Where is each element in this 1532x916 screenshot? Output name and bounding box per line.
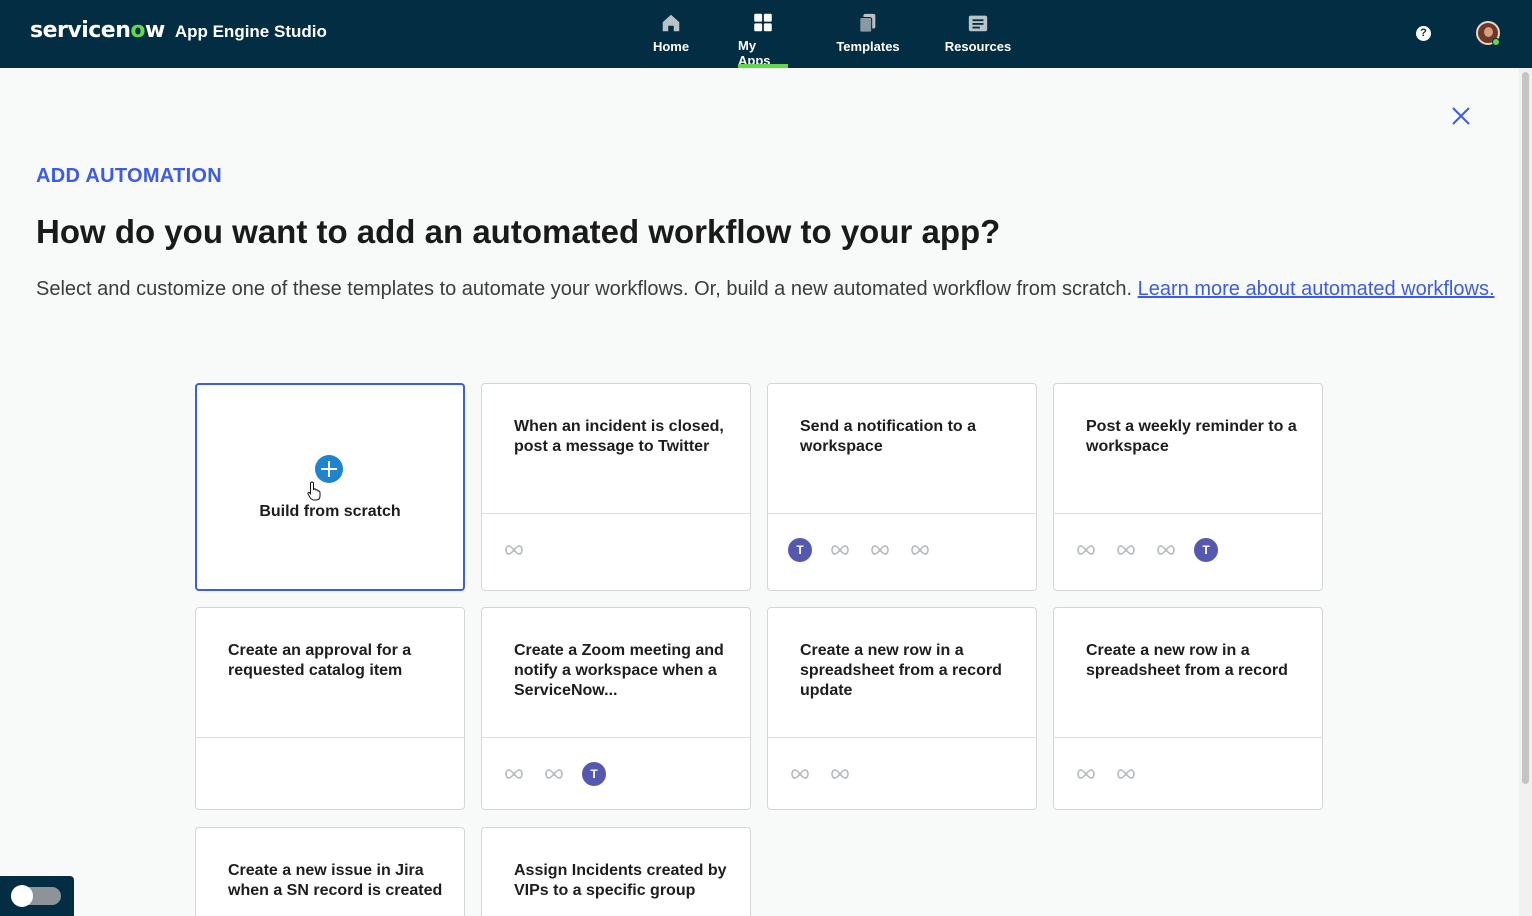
help-icon[interactable]: ?: [1416, 26, 1431, 41]
card-divider: [482, 513, 750, 514]
presence-status-dot: [1492, 38, 1500, 46]
card-divider: [1054, 737, 1322, 738]
card-build-from-scratch[interactable]: Build from scratch: [195, 383, 465, 591]
card-title: Build from scratch: [259, 503, 401, 520]
close-icon[interactable]: [1451, 106, 1471, 126]
resources-icon: [968, 15, 988, 32]
brand[interactable]: servicenow App Engine Studio: [30, 18, 327, 43]
learn-more-link[interactable]: Learn more about automated workflows.: [1138, 278, 1495, 300]
link-icon: [828, 762, 852, 786]
toggle-knob: [11, 885, 33, 907]
card-template[interactable]: Post a weekly reminder to a workspace T: [1053, 383, 1323, 591]
card-template[interactable]: Create an approval for a requested catal…: [195, 607, 465, 810]
card-template[interactable]: Send a notification to a workspace T: [767, 383, 1037, 591]
hand-cursor-icon: [307, 481, 321, 501]
card-divider: [196, 737, 464, 738]
card-template[interactable]: Create a new row in a spreadsheet from a…: [1053, 607, 1323, 810]
card-title: Create an approval for a requested catal…: [228, 642, 412, 679]
link-icon: [1114, 762, 1138, 786]
card-template[interactable]: Assign Incidents created by VIPs to a sp…: [481, 827, 751, 916]
integration-icons: T: [1074, 538, 1218, 562]
link-icon: [1074, 538, 1098, 562]
link-icon: [908, 538, 932, 562]
link-icon: [868, 538, 892, 562]
link-icon: [502, 538, 526, 562]
nav-my-apps-label: My Apps: [738, 38, 771, 68]
card-divider: [1054, 513, 1322, 514]
home-icon: [662, 14, 680, 32]
templates-icon: [859, 13, 876, 33]
top-navigation-bar: servicenow App Engine Studio Home My App…: [0, 0, 1532, 68]
card-template[interactable]: When an incident is closed, post a messa…: [481, 383, 751, 591]
card-title: Assign Incidents created by VIPs to a sp…: [514, 862, 727, 899]
card-divider: [768, 513, 1036, 514]
card-divider: [482, 737, 750, 738]
grid-icon: [754, 13, 772, 32]
nav-home[interactable]: Home: [649, 0, 693, 68]
card-title: Post a weekly reminder to a workspace: [1086, 418, 1297, 455]
link-icon: [828, 538, 852, 562]
link-icon: [542, 762, 566, 786]
app-name: App Engine Studio: [174, 22, 327, 41]
card-title: When an incident is closed, post a messa…: [514, 418, 724, 455]
card-template[interactable]: Create a new issue in Jira when a SN rec…: [195, 827, 465, 916]
integration-icons: T: [502, 762, 606, 786]
card-title: Send a notification to a workspace: [800, 418, 977, 455]
teams-icon: T: [1194, 538, 1218, 562]
plus-icon[interactable]: [315, 455, 343, 483]
teams-icon: T: [582, 762, 606, 786]
card-template[interactable]: Create a new row in a spreadsheet from a…: [767, 607, 1037, 810]
nav-my-apps[interactable]: My Apps: [738, 0, 788, 68]
section-eyebrow: ADD AUTOMATION: [36, 165, 223, 187]
page-scrollbar[interactable]: [1519, 68, 1532, 916]
servicenow-logo: servicenow: [30, 18, 165, 43]
card-title: Create a new row in a spreadsheet from a…: [800, 642, 1002, 699]
card-title: Create a new issue in Jira when a SN rec…: [228, 862, 443, 899]
link-icon: [502, 762, 526, 786]
link-icon: [1074, 762, 1098, 786]
teams-icon: T: [788, 538, 812, 562]
nav-templates-label: Templates: [836, 39, 900, 54]
toggle-panel: [0, 876, 74, 916]
nav-templates[interactable]: Templates: [834, 0, 902, 68]
link-icon: [788, 762, 812, 786]
integration-icons: [502, 538, 526, 562]
toggle-switch[interactable]: [11, 885, 61, 907]
link-icon: [1154, 538, 1178, 562]
page-description: Select and customize one of these templa…: [36, 277, 1496, 302]
integration-icons: [788, 762, 852, 786]
card-title: Create a new row in a spreadsheet from a…: [1086, 642, 1288, 679]
nav-resources[interactable]: Resources: [945, 0, 1011, 68]
card-template[interactable]: Create a Zoom meeting and notify a works…: [481, 607, 751, 810]
scrollbar-thumb[interactable]: [1522, 72, 1529, 784]
page-title: How do you want to add an automated work…: [36, 213, 1001, 250]
link-icon: [1114, 538, 1138, 562]
card-divider: [768, 737, 1036, 738]
integration-icons: [1074, 762, 1138, 786]
nav-resources-label: Resources: [944, 39, 1012, 54]
description-text: Select and customize one of these templa…: [36, 278, 1138, 300]
card-title: Create a Zoom meeting and notify a works…: [514, 642, 724, 699]
integration-icons: T: [788, 538, 932, 562]
nav-home-label: Home: [652, 39, 690, 54]
